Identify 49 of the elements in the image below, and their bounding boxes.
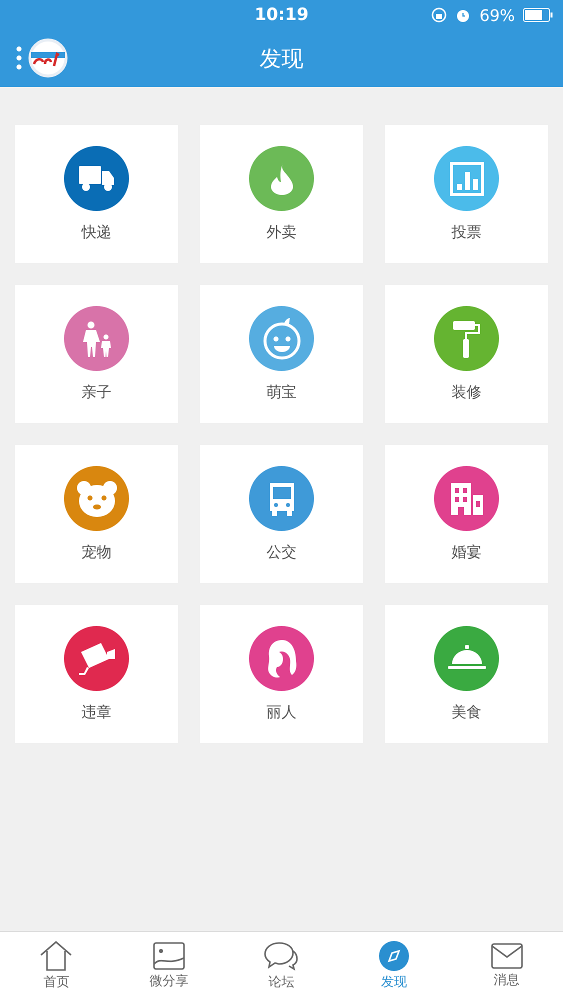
feature-tile[interactable]: 美食 (385, 605, 548, 743)
bear-face-icon (76, 480, 118, 518)
bar-chart-icon (450, 162, 484, 196)
feature-tile[interactable]: 投票 (385, 125, 548, 263)
feature-tile[interactable]: 违章 (15, 605, 178, 743)
more-menu-icon[interactable] (16, 46, 22, 70)
tab-bar-item[interactable]: 论坛 (225, 932, 338, 1000)
rotation-lock-icon (431, 7, 448, 23)
battery-icon (523, 8, 553, 22)
feature-label: 萌宝 (266, 383, 296, 402)
feature-tile[interactable]: 装修 (385, 285, 548, 423)
tab-bar-item[interactable]: 发现 (338, 932, 450, 1000)
feature-label: 公交 (266, 543, 296, 562)
compass-icon (379, 941, 410, 971)
feature-tile[interactable]: 婚宴 (385, 445, 548, 583)
chat-bubbles-icon (264, 941, 298, 971)
feature-label: 违章 (82, 703, 112, 722)
feature-tile[interactable]: 萌宝 (200, 285, 363, 423)
feature-tile[interactable]: 宠物 (15, 445, 178, 583)
parent-child-icon (82, 320, 112, 356)
truck-icon (76, 166, 116, 192)
battery-percentage: 69% (479, 6, 515, 24)
feature-tile[interactable]: 丽人 (200, 605, 363, 743)
feature-label: 装修 (452, 383, 482, 402)
feature-label: 宠物 (82, 543, 112, 562)
alarm-clock-icon (455, 7, 472, 23)
home-icon (39, 941, 74, 971)
paint-roller-icon (450, 318, 482, 358)
tab-bar-item[interactable]: 首页 (0, 932, 113, 1000)
feature-label: 美食 (452, 703, 482, 722)
feature-label: 婚宴 (452, 543, 482, 562)
tab-bar-item[interactable]: 微分享 (112, 932, 226, 1000)
logo-avatar[interactable] (28, 38, 68, 78)
feature-tile[interactable]: 亲子 (15, 285, 178, 423)
mail-icon (490, 943, 523, 969)
feature-label: 丽人 (266, 703, 296, 722)
feature-label: 投票 (452, 223, 482, 242)
feature-tile[interactable]: 快递 (15, 125, 178, 263)
building-icon (448, 480, 484, 516)
status-time: 10:19 (254, 5, 309, 25)
page-title: 发现 (260, 46, 304, 74)
feature-tile[interactable]: 公交 (200, 445, 363, 583)
feature-label: 亲子 (82, 383, 112, 402)
feature-tile[interactable]: 外卖 (200, 125, 363, 263)
feature-label: 外卖 (266, 223, 296, 242)
feature-label: 快递 (82, 223, 112, 242)
tab-bar-item[interactable]: 消息 (450, 932, 563, 1000)
camera-icon (76, 642, 116, 676)
image-icon (152, 942, 185, 970)
